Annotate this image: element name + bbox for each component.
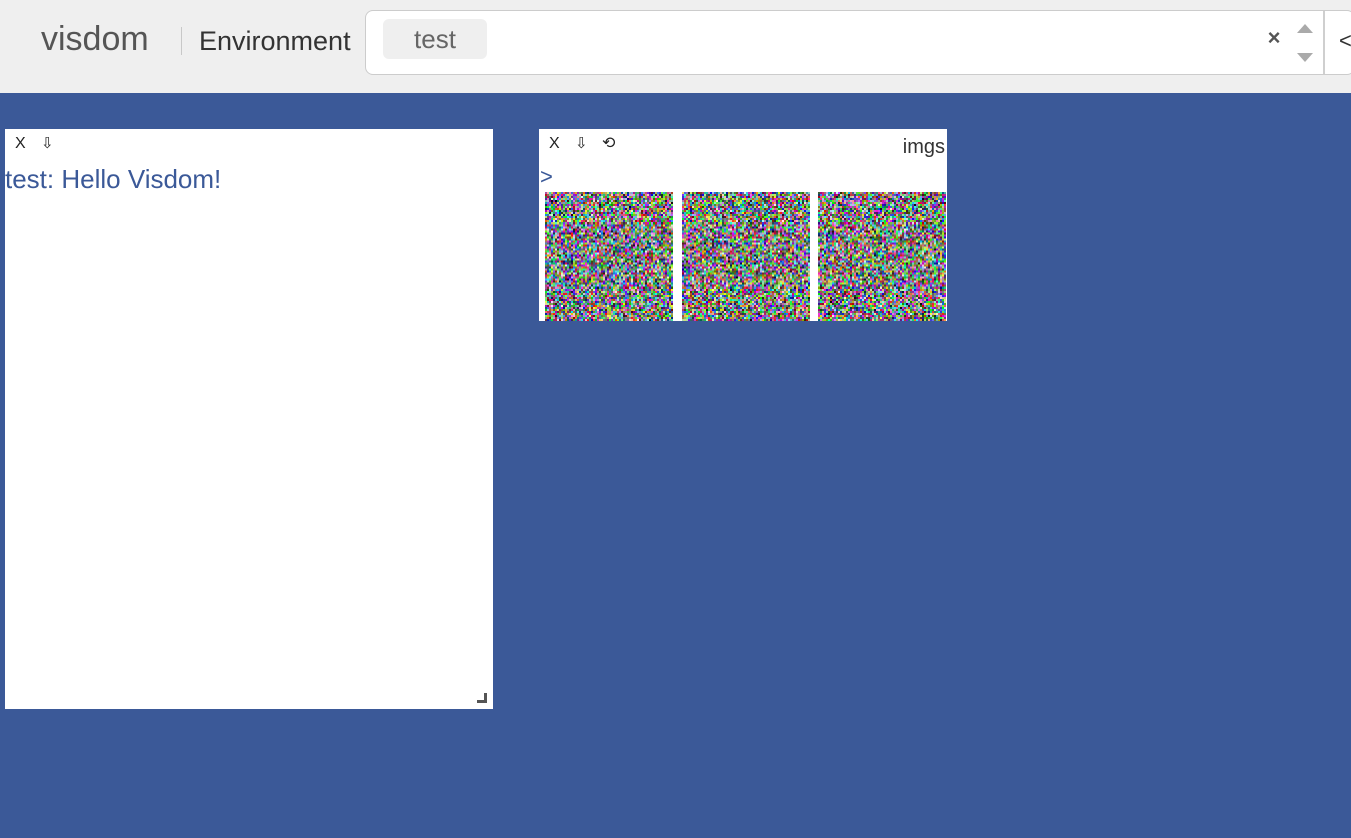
- image-1: [545, 192, 673, 321]
- caret-up-icon[interactable]: [1297, 24, 1313, 33]
- top-navbar: visdom Environment test × <: [0, 0, 1351, 93]
- caret-down-icon[interactable]: [1297, 53, 1313, 62]
- reset-icon[interactable]: ⟲: [602, 135, 615, 153]
- expand-toggle[interactable]: >: [540, 164, 553, 190]
- navbar-divider: [181, 27, 182, 55]
- environment-tag[interactable]: test: [383, 19, 487, 59]
- image-2: [682, 192, 810, 321]
- image-3: [818, 192, 946, 321]
- images-pane[interactable]: X ⇩ ⟲ imgs >: [539, 129, 947, 321]
- download-icon[interactable]: ⇩: [41, 135, 54, 153]
- text-pane-content: test: Hello Visdom!: [5, 164, 222, 194]
- clear-icon[interactable]: ×: [1262, 23, 1286, 53]
- close-icon[interactable]: X: [15, 135, 26, 153]
- clipped-button-icon[interactable]: <: [1339, 29, 1351, 53]
- environment-stepper[interactable]: [1286, 11, 1322, 74]
- select-separator: [1323, 11, 1325, 74]
- download-icon[interactable]: ⇩: [575, 135, 588, 153]
- environment-select[interactable]: test × <: [365, 10, 1351, 75]
- resize-handle-icon[interactable]: [477, 693, 487, 703]
- close-icon[interactable]: X: [549, 135, 560, 153]
- brand-logo[interactable]: visdom: [41, 18, 149, 60]
- environment-label: Environment: [199, 26, 351, 56]
- pane-title: imgs: [902, 136, 945, 158]
- text-pane[interactable]: X ⇩ test: Hello Visdom!: [5, 129, 493, 709]
